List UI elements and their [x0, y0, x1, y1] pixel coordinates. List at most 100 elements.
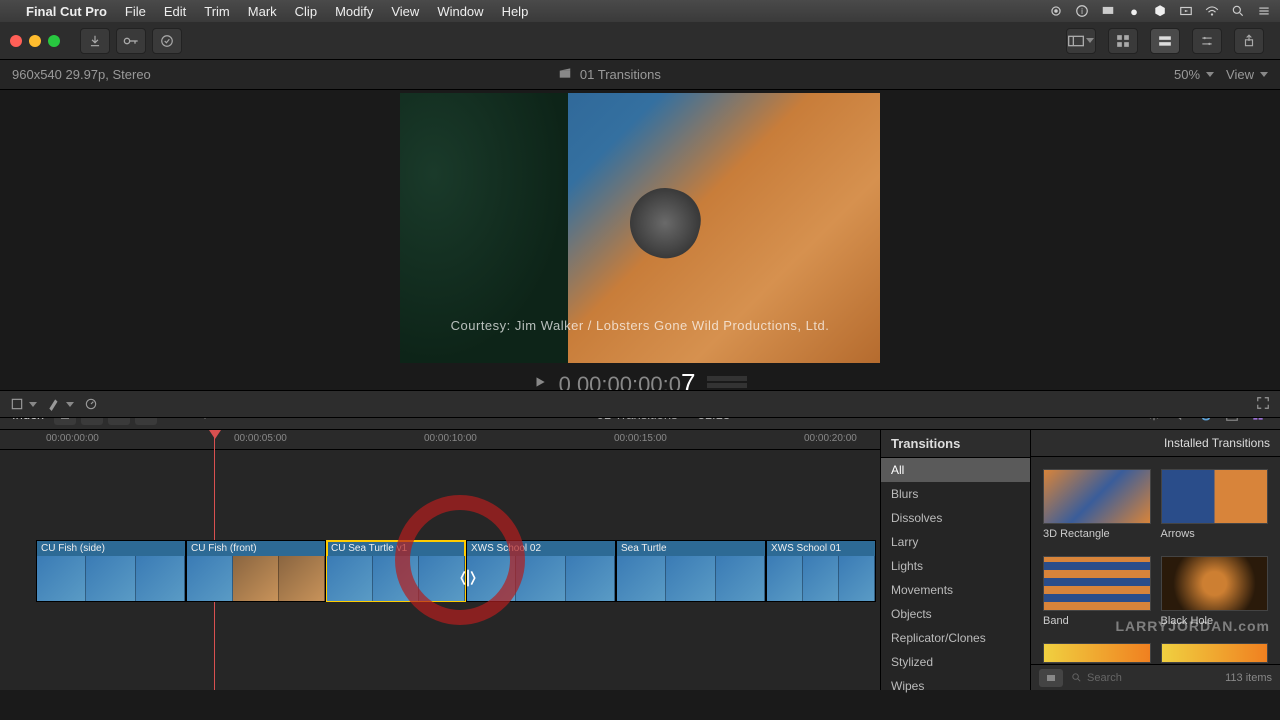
- capture-icon[interactable]: [1178, 3, 1194, 19]
- transition-category[interactable]: Replicator/Clones: [881, 626, 1030, 650]
- watermark-text: LARRYJORDAN.com: [1116, 618, 1271, 634]
- transitions-search-input[interactable]: Search: [1071, 672, 1217, 684]
- app-menu[interactable]: Final Cut Pro: [26, 4, 107, 19]
- timeline-clip[interactable]: CU Fish (side): [36, 540, 186, 602]
- transition-item[interactable]: [1043, 643, 1151, 663]
- play-button[interactable]: [533, 375, 547, 392]
- ruler-tick: 00:00:05:00: [234, 433, 287, 444]
- transition-item[interactable]: Black Hole: [1161, 556, 1269, 627]
- credit-overlay: Courtesy: Jim Walker / Lobsters Gone Wil…: [400, 318, 880, 333]
- menu-mark[interactable]: Mark: [248, 4, 277, 19]
- window-controls: [10, 35, 60, 47]
- transition-thumbnail: [1043, 556, 1151, 611]
- clip-label: Sea Turtle: [617, 541, 765, 556]
- transition-thumbnail: [1161, 556, 1269, 611]
- video-viewport[interactable]: Courtesy: Jim Walker / Lobsters Gone Wil…: [400, 93, 880, 363]
- spotlight-icon[interactable]: [1230, 3, 1246, 19]
- view-mode-button[interactable]: [1039, 669, 1063, 687]
- menu-clip[interactable]: Clip: [295, 4, 317, 19]
- transition-category[interactable]: All: [881, 458, 1030, 482]
- svg-text:i: i: [1081, 7, 1083, 16]
- effects-tool[interactable]: [47, 397, 74, 411]
- macos-menubar: Final Cut Pro File Edit Trim Mark Clip M…: [0, 0, 1280, 22]
- menu-trim[interactable]: Trim: [204, 4, 230, 19]
- timeline-clip[interactable]: Sea Turtle: [616, 540, 766, 602]
- app-toolbar: [0, 22, 1280, 60]
- transition-item[interactable]: Arrows: [1161, 469, 1269, 540]
- timeline-clip[interactable]: CU Sea Turtle v1: [326, 540, 466, 602]
- timeline-clip[interactable]: XWS School 02: [466, 540, 616, 602]
- eye-icon[interactable]: [1048, 3, 1064, 19]
- view-filmstrip-button[interactable]: [1150, 28, 1180, 54]
- inspector-toggle-button[interactable]: [1192, 28, 1222, 54]
- timeline-clip[interactable]: XWS School 01: [766, 540, 876, 602]
- transition-item[interactable]: 3D Rectangle: [1043, 469, 1151, 540]
- zoom-dropdown[interactable]: 50%: [1174, 67, 1214, 82]
- viewer-info-bar: 960x540 29.97p, Stereo 01 Transitions 50…: [0, 60, 1280, 90]
- zoom-window-button[interactable]: [48, 35, 60, 47]
- transitions-header: Transitions: [881, 430, 1030, 458]
- ruler-tick: 00:00:10:00: [424, 433, 477, 444]
- background-tasks-button[interactable]: [152, 28, 182, 54]
- viewer-panel: Courtesy: Jim Walker / Lobsters Gone Wil…: [0, 90, 1280, 400]
- transition-category[interactable]: Wipes: [881, 674, 1030, 698]
- minimize-window-button[interactable]: [29, 35, 41, 47]
- close-window-button[interactable]: [10, 35, 22, 47]
- transition-category[interactable]: Blurs: [881, 482, 1030, 506]
- transform-tool[interactable]: [10, 397, 37, 411]
- transitions-browser-header: Installed Transitions: [1031, 430, 1280, 457]
- keyword-button[interactable]: [116, 28, 146, 54]
- share-button[interactable]: [1234, 28, 1264, 54]
- retime-tool[interactable]: [84, 397, 98, 411]
- transition-category[interactable]: Objects: [881, 602, 1030, 626]
- transition-name: Arrows: [1161, 528, 1269, 540]
- screen-icon[interactable]: [1100, 3, 1116, 19]
- transition-category[interactable]: Movements: [881, 578, 1030, 602]
- wifi-icon[interactable]: [1204, 3, 1220, 19]
- menu-icon[interactable]: [1256, 3, 1272, 19]
- transition-category[interactable]: Dissolves: [881, 506, 1030, 530]
- dropbox-icon[interactable]: ⬢: [1152, 3, 1168, 19]
- transition-category[interactable]: Larry: [881, 530, 1030, 554]
- transition-item[interactable]: Band: [1043, 556, 1151, 627]
- ruler-tick: 00:00:20:00: [804, 433, 857, 444]
- view-grid-button[interactable]: [1108, 28, 1138, 54]
- transition-item[interactable]: [1161, 643, 1269, 663]
- import-button[interactable]: [80, 28, 110, 54]
- transitions-grid: 3D Rectangle Arrows BandBlack HoleLARRYJOR…: [1031, 457, 1280, 664]
- transition-category[interactable]: Lights: [881, 554, 1030, 578]
- view-dropdown[interactable]: View: [1226, 67, 1268, 82]
- clip-label: CU Sea Turtle v1: [327, 541, 465, 556]
- viewer-tools-bar: [0, 390, 1280, 418]
- menu-modify[interactable]: Modify: [335, 4, 373, 19]
- menu-view[interactable]: View: [391, 4, 419, 19]
- timeline-area: 00:00:00:00 00:00:05:00 00:00:10:00 00:0…: [0, 430, 1280, 690]
- project-title: 01 Transitions: [580, 67, 661, 82]
- timeline[interactable]: 00:00:00:00 00:00:05:00 00:00:10:00 00:0…: [0, 430, 880, 690]
- timeline-ruler[interactable]: 00:00:00:00 00:00:05:00 00:00:10:00 00:0…: [0, 430, 880, 450]
- ruler-tick: 00:00:15:00: [614, 433, 667, 444]
- transitions-count: 113 items: [1225, 672, 1272, 684]
- clip-label: XWS School 02: [467, 541, 615, 556]
- primary-storyline: CU Fish (side)CU Fish (front)CU Sea Turt…: [36, 540, 880, 602]
- menu-file[interactable]: File: [125, 4, 146, 19]
- status-dot-icon[interactable]: ●: [1126, 3, 1142, 19]
- fullscreen-button[interactable]: [1256, 396, 1270, 413]
- transitions-grid-panel: Installed Transitions 3D Rectangle Arrows…: [1031, 430, 1280, 690]
- timeline-clip[interactable]: CU Fish (front): [186, 540, 326, 602]
- clip-label: CU Fish (side): [37, 541, 185, 556]
- clip-label: CU Fish (front): [187, 541, 325, 556]
- browser-toggle-button[interactable]: [1066, 28, 1096, 54]
- menu-help[interactable]: Help: [502, 4, 529, 19]
- menu-window[interactable]: Window: [437, 4, 483, 19]
- info-icon[interactable]: i: [1074, 3, 1090, 19]
- transitions-search-bar: Search 113 items: [1031, 664, 1280, 690]
- ruler-tick: 00:00:00:00: [46, 433, 99, 444]
- transitions-categories: Transitions AllBlursDissolvesLarryLights…: [881, 430, 1031, 690]
- clip-label: XWS School 01: [767, 541, 875, 556]
- transition-thumbnail: [1043, 469, 1151, 524]
- menu-edit[interactable]: Edit: [164, 4, 186, 19]
- transition-category[interactable]: Stylized: [881, 650, 1030, 674]
- transition-name: 3D Rectangle: [1043, 528, 1151, 540]
- clip-format-label: 960x540 29.97p, Stereo: [12, 67, 151, 82]
